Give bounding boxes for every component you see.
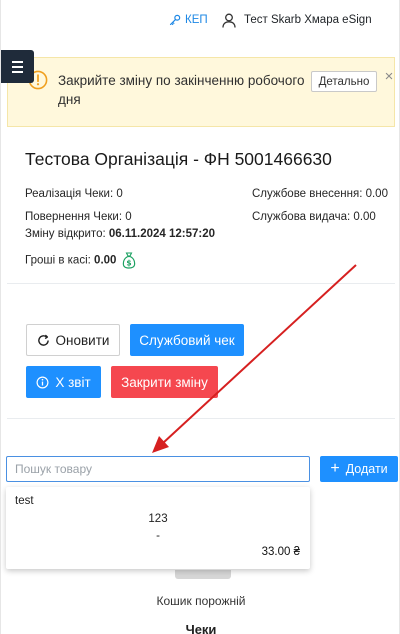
product-search-input[interactable] bbox=[6, 456, 310, 482]
info-icon bbox=[36, 376, 49, 388]
x-report-button[interactable]: Х звіт bbox=[26, 366, 101, 398]
menu-toggle-button[interactable] bbox=[1, 50, 34, 83]
alert-details-button[interactable]: Детально bbox=[311, 71, 377, 92]
service-deposit-stat: Службове внесення: 0.00 bbox=[252, 188, 388, 200]
top-bar: КЕП Тест Skarb Хмара eSign bbox=[1, 0, 399, 42]
key-icon bbox=[169, 14, 181, 26]
sales-checks-stat: Реалізація Чеки: 0 bbox=[25, 188, 123, 200]
shift-opened-label: Зміну відкрито: bbox=[25, 228, 106, 240]
section-divider bbox=[7, 283, 395, 284]
refresh-label: Оновити bbox=[55, 332, 110, 348]
suggestion-extra: - bbox=[156, 530, 160, 542]
app-frame: КЕП Тест Skarb Хмара eSign Закрийте змін… bbox=[0, 0, 400, 634]
user-icon bbox=[222, 13, 236, 28]
kep-link[interactable]: КЕП bbox=[169, 12, 208, 28]
add-product-label: Додати bbox=[345, 462, 388, 476]
refresh-icon bbox=[37, 334, 49, 346]
add-product-button[interactable]: + Додати bbox=[320, 456, 398, 482]
user-label: Тест Skarb Хмара eSign bbox=[244, 14, 372, 26]
shift-warning-alert: Закрийте зміну по закінченню робочого дн… bbox=[7, 57, 395, 127]
svg-text:$: $ bbox=[126, 259, 131, 268]
cash-stat: Гроші в касі: 0.00 $ bbox=[25, 252, 136, 269]
kep-label: КЕП bbox=[185, 14, 208, 26]
shift-opened-stat: Зміну відкрито: 06.11.2024 12:57:20 bbox=[25, 228, 215, 240]
alert-close-icon[interactable]: × bbox=[382, 69, 396, 85]
checks-section-title: Чеки bbox=[185, 622, 217, 634]
user-menu[interactable]: Тест Skarb Хмара eSign bbox=[222, 11, 372, 29]
section-divider bbox=[7, 418, 395, 419]
cash-value: 0.00 bbox=[94, 254, 117, 267]
suggestion-price: 33.00 ₴ bbox=[261, 546, 300, 558]
money-bag-icon: $ bbox=[122, 252, 135, 269]
cart-icon bbox=[175, 570, 231, 579]
return-checks-stat: Повернення Чеки: 0 bbox=[25, 211, 132, 223]
close-shift-button[interactable]: Закрити зміну bbox=[111, 366, 218, 398]
cart-empty-message: Кошик порожній bbox=[156, 594, 246, 608]
organization-title: Тестова Організація - ФН 5001466630 bbox=[25, 149, 332, 169]
suggestion-code: 123 bbox=[148, 513, 168, 525]
hamburger-icon-line bbox=[12, 70, 23, 73]
service-withdrawal-stat: Службова видача: 0.00 bbox=[252, 211, 376, 223]
service-check-button[interactable]: Службовий чек bbox=[130, 324, 244, 356]
hamburger-icon bbox=[12, 60, 23, 63]
plus-icon: + bbox=[330, 460, 340, 477]
refresh-button[interactable]: Оновити bbox=[26, 324, 120, 356]
cash-label: Гроші в касі: bbox=[25, 254, 91, 267]
hamburger-icon-line bbox=[12, 65, 23, 68]
x-report-label: Х звіт bbox=[55, 374, 91, 390]
shift-opened-value: 06.11.2024 12:57:20 bbox=[108, 228, 216, 240]
suggestion-name: test bbox=[15, 495, 34, 507]
alert-message: Закрийте зміну по закінченню робочого дн… bbox=[58, 73, 305, 107]
search-suggestion-dropdown[interactable]: test 123 - 33.00 ₴ bbox=[6, 487, 310, 569]
